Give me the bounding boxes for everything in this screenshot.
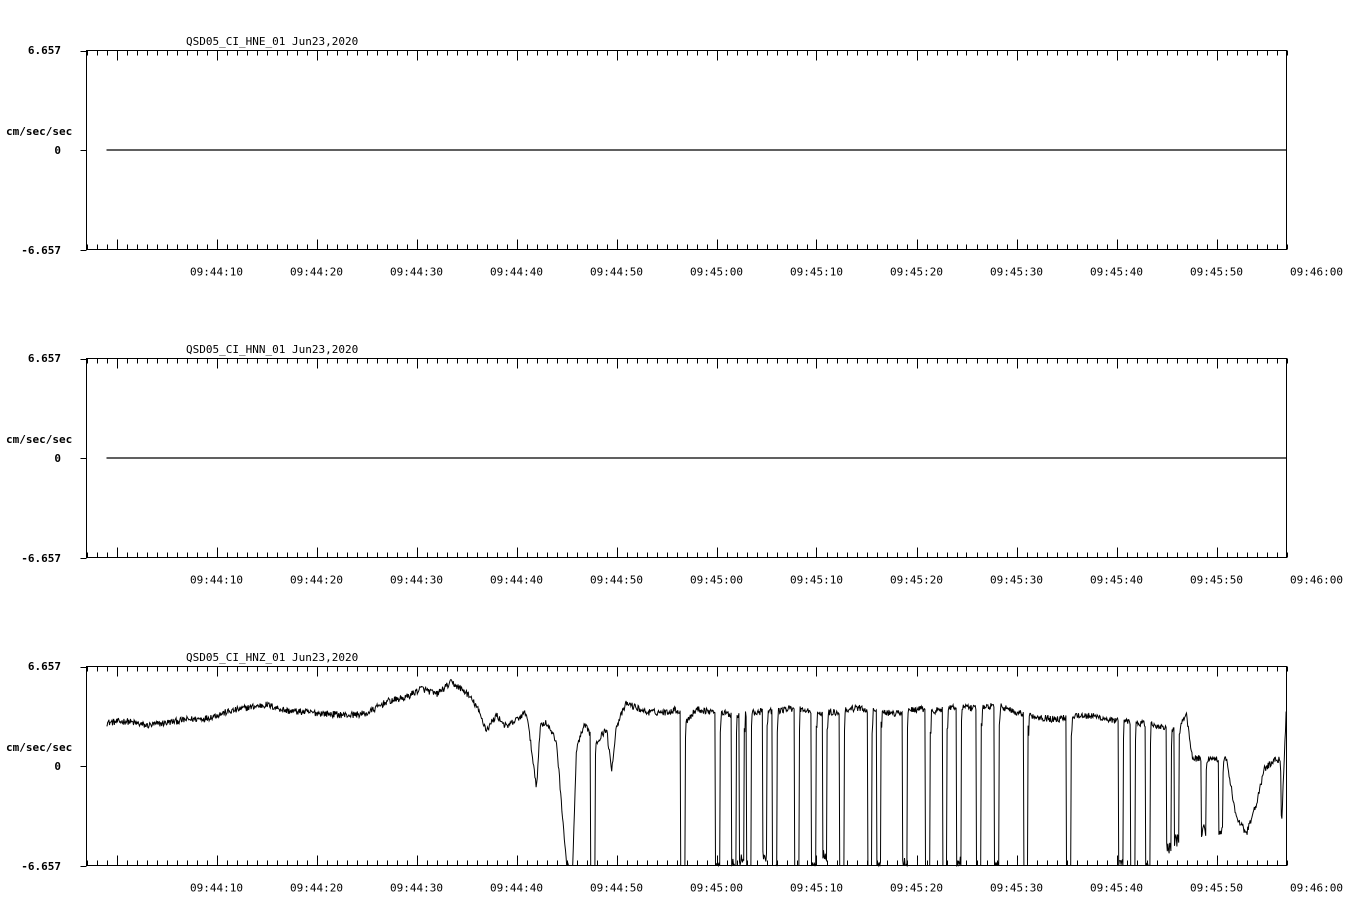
x-tick-labels: 09:44:10 09:44:20 09:44:30 09:44:40 09:44:50… xyxy=(190,574,1343,587)
y-tick-zero: 0 xyxy=(54,760,61,773)
x-tick-label: 09:45:20 xyxy=(890,266,943,279)
x-tick-label: 09:44:50 xyxy=(590,266,643,279)
panel-title: QSD05_CI_HNN_01 Jun23,2020 xyxy=(186,343,358,356)
x-tick-label: 09:44:40 xyxy=(490,574,543,587)
x-tick-label: 09:44:50 xyxy=(590,882,643,895)
x-tick-labels: 09:44:10 09:44:20 09:44:30 09:44:40 09:44:50… xyxy=(190,266,1343,279)
x-tick-label: 09:44:30 xyxy=(390,266,443,279)
y-tick-bottom: -6.657 xyxy=(21,860,61,873)
x-tick-label: 09:45:10 xyxy=(790,882,843,895)
panel-title: QSD05_CI_HNZ_01 Jun23,2020 xyxy=(186,651,358,664)
x-tick-label: 09:44:10 xyxy=(190,574,243,587)
x-tick-label: 09:45:30 xyxy=(990,266,1043,279)
y-axis-label: cm/sec/sec xyxy=(6,741,72,754)
x-tick-label: 09:46:00 xyxy=(1290,574,1343,587)
x-tick-label: 09:44:20 xyxy=(290,574,343,587)
panel-hnn: QSD05_CI_HNN_01 Jun23,2020 cm/sec/sec 6.… xyxy=(6,343,1343,587)
x-tick-label: 09:45:10 xyxy=(790,266,843,279)
waveform-trace xyxy=(106,678,1287,868)
x-tick-label: 09:45:20 xyxy=(890,574,943,587)
plot-frame xyxy=(86,666,1287,866)
y-tick-zero: 0 xyxy=(54,144,61,157)
x-tick-label: 09:45:30 xyxy=(990,882,1043,895)
x-tick-label: 09:45:00 xyxy=(690,266,743,279)
x-tick-label: 09:44:30 xyxy=(390,574,443,587)
y-tick-top: 6.657 xyxy=(28,660,61,673)
x-tick-label: 09:44:10 xyxy=(190,266,243,279)
seismogram-figure: QSD05_CI_HNE_01 Jun23,2020 cm/sec/sec 6.… xyxy=(6,35,1343,895)
y-axis-label: cm/sec/sec xyxy=(6,433,72,446)
x-tick-label: 09:46:00 xyxy=(1290,266,1343,279)
x-tick-label: 09:44:10 xyxy=(190,882,243,895)
x-tick-label: 09:44:30 xyxy=(390,882,443,895)
y-axis-label: cm/sec/sec xyxy=(6,125,72,138)
x-tick-label: 09:45:30 xyxy=(990,574,1043,587)
y-tick-bottom: -6.657 xyxy=(21,244,61,257)
x-tick-label: 09:45:20 xyxy=(890,882,943,895)
x-tick-label: 09:46:00 xyxy=(1290,882,1343,895)
x-tick-label: 09:45:40 xyxy=(1090,574,1143,587)
x-tick-label: 09:44:50 xyxy=(590,574,643,587)
y-tick-bottom: -6.657 xyxy=(21,552,61,565)
x-tick-label: 09:44:20 xyxy=(290,266,343,279)
y-tick-top: 6.657 xyxy=(28,44,61,57)
x-tick-label: 09:45:00 xyxy=(690,882,743,895)
x-tick-label: 09:45:10 xyxy=(790,574,843,587)
x-tick-label: 09:44:40 xyxy=(490,266,543,279)
x-tick-labels: 09:44:10 09:44:20 09:44:30 09:44:40 09:44:50… xyxy=(190,882,1343,895)
y-tick-top: 6.657 xyxy=(28,352,61,365)
panel-hne: QSD05_CI_HNE_01 Jun23,2020 cm/sec/sec 6.… xyxy=(6,35,1343,279)
x-tick-label: 09:45:00 xyxy=(690,574,743,587)
x-tick-label: 09:45:40 xyxy=(1090,882,1143,895)
x-tick-label: 09:45:50 xyxy=(1190,574,1243,587)
x-tick-label: 09:44:40 xyxy=(490,882,543,895)
y-tick-zero: 0 xyxy=(54,452,61,465)
x-tick-label: 09:45:50 xyxy=(1190,266,1243,279)
panel-title: QSD05_CI_HNE_01 Jun23,2020 xyxy=(186,35,358,48)
x-tick-label: 09:45:40 xyxy=(1090,266,1143,279)
panel-hnz: QSD05_CI_HNZ_01 Jun23,2020 cm/sec/sec 6.… xyxy=(6,651,1343,895)
x-tick-label: 09:44:20 xyxy=(290,882,343,895)
x-ticks xyxy=(80,666,1288,867)
x-tick-label: 09:45:50 xyxy=(1190,882,1243,895)
